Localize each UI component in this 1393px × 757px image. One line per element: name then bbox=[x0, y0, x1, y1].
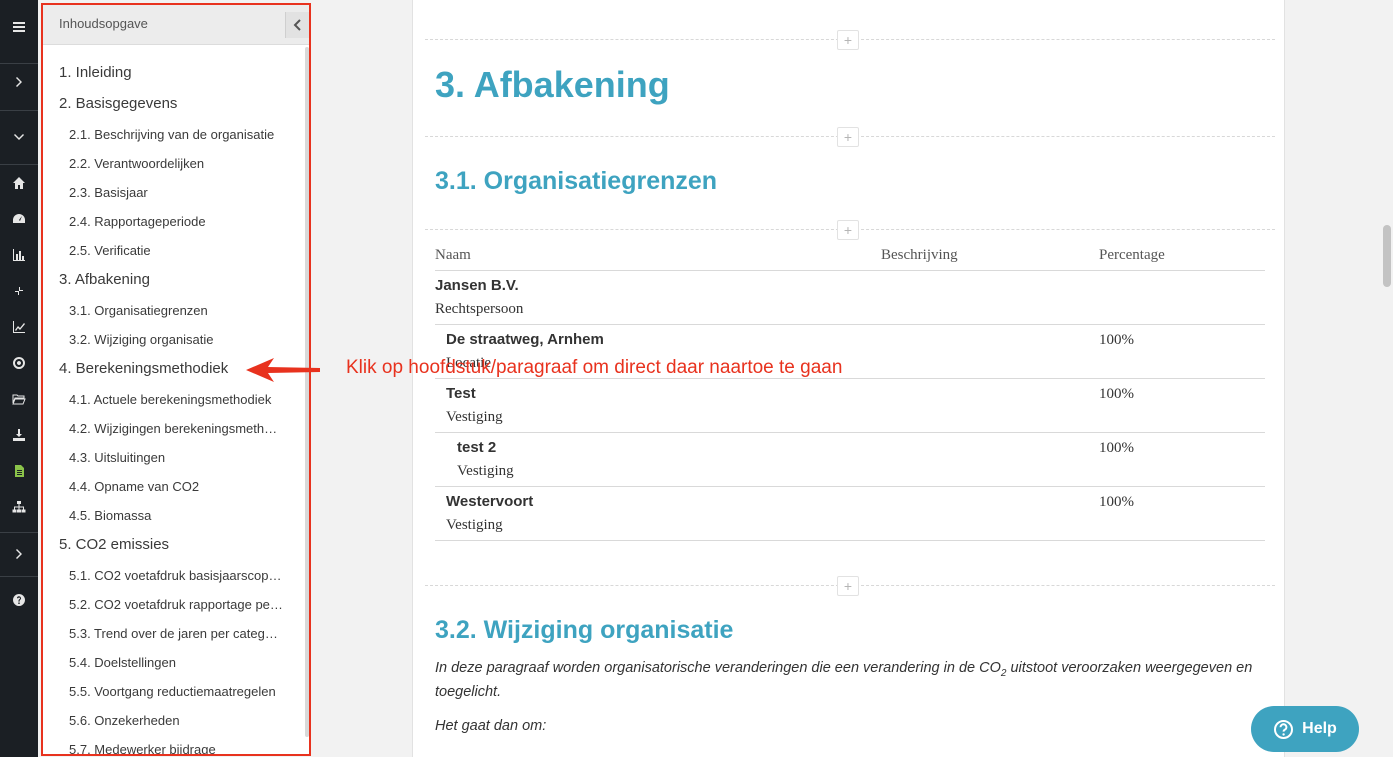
download-icon[interactable] bbox=[0, 417, 38, 453]
annotation-arrow bbox=[246, 358, 320, 382]
help-label: Help bbox=[1302, 720, 1337, 737]
help-button[interactable]: Help bbox=[1251, 706, 1359, 752]
section-title: 3.2. Wijziging organisatie bbox=[435, 616, 734, 644]
question-circle-icon bbox=[1274, 719, 1294, 739]
document-icon[interactable] bbox=[0, 453, 38, 489]
chevron-right-icon[interactable] bbox=[0, 536, 38, 572]
toc-item[interactable]: 4.1. Actuele berekeningsmethodiek bbox=[69, 392, 283, 407]
menu-icon[interactable] bbox=[0, 9, 38, 45]
editor-block bbox=[425, 137, 1275, 230]
dashboard-icon[interactable] bbox=[0, 201, 38, 237]
editor-block bbox=[425, 40, 1275, 137]
toc-item[interactable]: 5. CO2 emissies bbox=[59, 536, 299, 553]
toc-item[interactable]: 5.1. CO2 voetafdruk basisjaarscope 1 en … bbox=[69, 568, 283, 583]
toc-item[interactable]: 2.1. Beschrijving van de organisatie bbox=[69, 127, 283, 142]
toc-item[interactable]: 5.2. CO2 voetafdruk rapportage periode bbox=[69, 597, 283, 612]
list-intro: Het gaat dan om: bbox=[435, 718, 547, 734]
toc-item[interactable]: 3.2. Wijziging organisatie bbox=[69, 332, 283, 347]
toc-item[interactable]: 2.5. Verificatie bbox=[69, 243, 283, 258]
chevron-down-icon[interactable] bbox=[0, 119, 38, 155]
sitemap-icon[interactable] bbox=[0, 489, 38, 525]
toc-item[interactable]: 3.1. Organisatiegrenzen bbox=[69, 303, 283, 318]
toc-collapse-button[interactable] bbox=[285, 12, 309, 38]
toc-item[interactable]: 4.5. Biomassa bbox=[69, 508, 283, 523]
toc-item[interactable]: 1. Inleiding bbox=[59, 64, 299, 81]
chevron-left-icon bbox=[293, 19, 301, 31]
toc-item[interactable]: 2.3. Basisjaar bbox=[69, 185, 283, 200]
toc-title: Inhoudsopgave bbox=[59, 16, 148, 31]
toc-item[interactable]: 5.7. Medewerker bijdrage bbox=[69, 742, 283, 754]
annotation-text: Klik op hoofdstuk/paragraaf om direct da… bbox=[346, 357, 843, 378]
compress-icon[interactable] bbox=[0, 273, 38, 309]
editor-block bbox=[425, 230, 1275, 586]
target-icon[interactable] bbox=[0, 345, 38, 381]
toc-item[interactable]: 5.4. Doelstellingen bbox=[69, 655, 283, 670]
add-block-button[interactable]: + bbox=[837, 576, 859, 596]
line-chart-icon[interactable] bbox=[0, 309, 38, 345]
toc-item[interactable]: 3. Afbakening bbox=[59, 271, 299, 288]
toc-header: Inhoudsopgave bbox=[43, 5, 309, 45]
chevron-right-icon[interactable] bbox=[0, 64, 38, 100]
toc-item[interactable]: 4.3. Uitsluitingen bbox=[69, 450, 283, 465]
toc-item[interactable]: 2. Basisgegevens bbox=[59, 95, 299, 112]
toc-item[interactable]: 5.3. Trend over de jaren per categorie bbox=[69, 626, 283, 641]
toc-item[interactable]: 2.4. Rapportageperiode bbox=[69, 214, 283, 229]
toc-item[interactable]: 4.4. Opname van CO2 bbox=[69, 479, 283, 494]
toc-item[interactable]: 5.6. Onzekerheden bbox=[69, 713, 283, 728]
page-scrollbar[interactable] bbox=[1383, 225, 1391, 287]
icon-rail bbox=[0, 0, 38, 757]
toc-scrollbar[interactable] bbox=[305, 47, 309, 737]
help-circle-icon[interactable] bbox=[0, 582, 38, 618]
toc-item[interactable]: 2.2. Verantwoordelijken bbox=[69, 156, 283, 171]
folder-open-icon[interactable] bbox=[0, 381, 38, 417]
toc-item[interactable]: 5.5. Voortgang reductiemaatregelen bbox=[69, 684, 283, 699]
bar-chart-icon[interactable] bbox=[0, 237, 38, 273]
toc-item[interactable]: 4.2. Wijzigingen berekeningsmethodiek bbox=[69, 421, 283, 436]
intro-paragraph: In deze paragraaf worden organisatorisch… bbox=[435, 660, 1253, 700]
home-icon[interactable] bbox=[0, 165, 38, 201]
